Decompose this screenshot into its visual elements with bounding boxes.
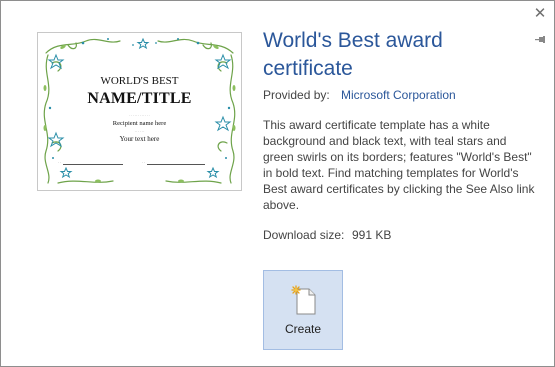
template-description: This award certificate template has a wh… [263, 118, 535, 212]
certificate-recipient: Recipient name here [112, 120, 167, 127]
provider-row: Provided by: Microsoft Corporation [263, 88, 456, 102]
template-title: World's Best award certificate [263, 29, 443, 80]
create-button[interactable]: Create [263, 270, 343, 350]
close-icon: ✕ [533, 3, 547, 22]
download-size-value: 991 KB [352, 228, 392, 242]
template-preview-dialog: ✕ WORLD'S BEST NAME/TITLE · · · · · · · … [0, 0, 555, 367]
certificate-border-decoration [43, 37, 236, 184]
download-size-row: Download size: 991 KB [263, 228, 391, 242]
provider-label: Provided by: [263, 88, 330, 102]
create-button-label: Create [284, 322, 322, 336]
certificate-signature-line: · · [58, 161, 124, 165]
certificate-heading: WORLD'S BEST [100, 75, 179, 87]
certificate-date-line: · · [142, 161, 206, 165]
pin-button[interactable] [534, 33, 548, 47]
certificate-fine-print-2: · · · · · · [134, 130, 145, 134]
close-button[interactable]: ✕ [532, 5, 548, 21]
certificate-body-text: Your text here [119, 135, 160, 143]
certificate-fine-print: · · · · · · · · · · · · [129, 114, 150, 118]
template-preview-thumbnail: WORLD'S BEST NAME/TITLE · · · · · · · · … [37, 32, 242, 191]
pin-icon [535, 36, 545, 43]
new-document-icon [291, 285, 316, 315]
certificate-name-title: NAME/TITLE [87, 90, 192, 107]
provider-link[interactable]: Microsoft Corporation [341, 88, 456, 102]
download-size-label: Download size: [263, 228, 345, 242]
